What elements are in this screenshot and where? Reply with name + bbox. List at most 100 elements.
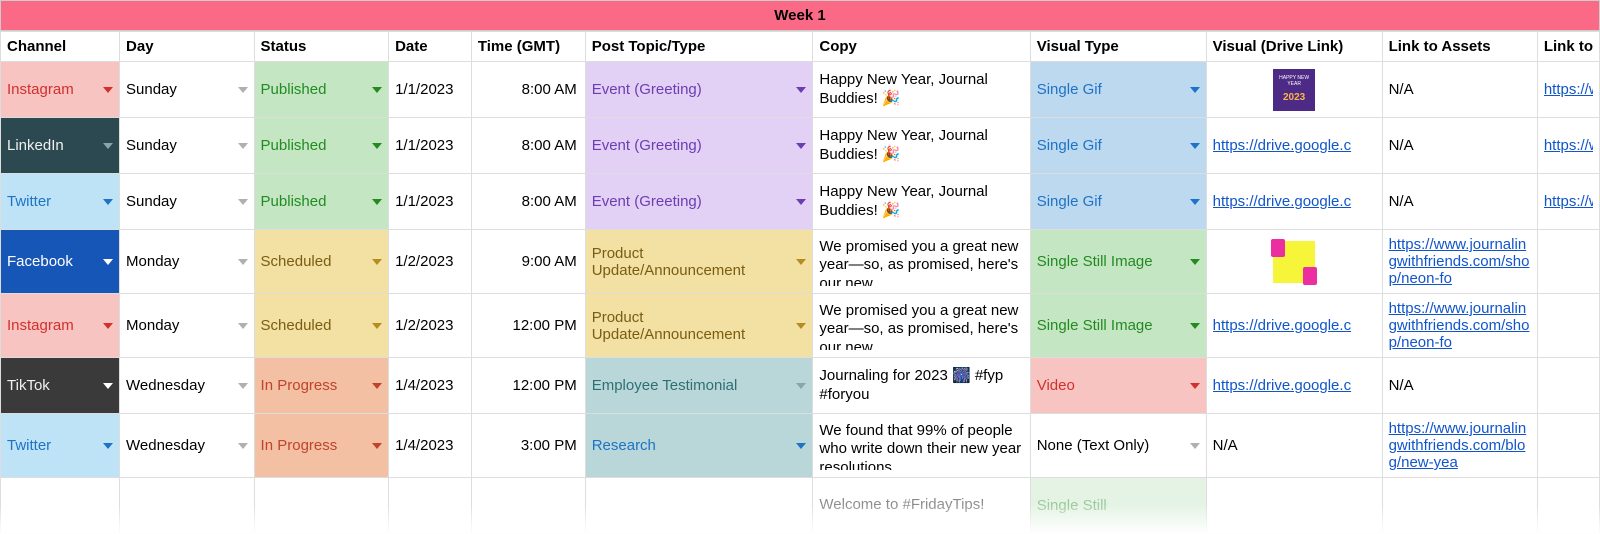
channel-cell[interactable]: Instagram: [1, 62, 120, 118]
channel-cell[interactable]: TikTok: [1, 358, 120, 414]
drive-link[interactable]: https://drive.google.c: [1213, 193, 1376, 210]
day-cell[interactable]: Wednesday: [120, 358, 255, 414]
visual-type-cell[interactable]: None (Text Only): [1030, 414, 1206, 478]
content-calendar-table: Channel Day Status Date Time (GMT) Post …: [0, 31, 1600, 534]
header-day: Day: [120, 32, 255, 62]
dropdown-caret-icon: [1190, 199, 1200, 205]
assets-cell[interactable]: https://www.journalingwithfriends.com/sh…: [1382, 230, 1537, 294]
linkto-link[interactable]: https://w: [1544, 81, 1593, 98]
status-cell[interactable]: Scheduled: [254, 230, 389, 294]
channel-cell[interactable]: Instagram: [1, 294, 120, 358]
copy-cell[interactable]: We promised you a great new year—so, as …: [813, 294, 1030, 358]
day-cell[interactable]: Monday: [120, 230, 255, 294]
channel-cell[interactable]: Facebook: [1, 230, 120, 294]
time-cell[interactable]: 3:00 PM: [471, 414, 585, 478]
copy-cell[interactable]: Journaling for 2023 🎆 #fyp #foryou: [813, 358, 1030, 414]
linkto-cell[interactable]: https://w: [1537, 118, 1599, 174]
day-cell[interactable]: Sunday: [120, 174, 255, 230]
day-cell[interactable]: Wednesday: [120, 414, 255, 478]
status-cell[interactable]: Published: [254, 118, 389, 174]
visual-type-cell[interactable]: Single Still: [1030, 478, 1206, 534]
visual-type-cell[interactable]: Single Gif: [1030, 62, 1206, 118]
linkto-cell[interactable]: [1537, 414, 1599, 478]
copy-cell[interactable]: Welcome to #FridayTips!: [813, 478, 1030, 534]
day-cell[interactable]: Sunday: [120, 118, 255, 174]
topic-cell[interactable]: Event (Greeting): [585, 62, 813, 118]
topic-cell[interactable]: Product Update/Announcement: [585, 230, 813, 294]
linkto-cell[interactable]: [1537, 358, 1599, 414]
drive-cell[interactable]: [1206, 230, 1382, 294]
drive-cell[interactable]: https://drive.google.c: [1206, 294, 1382, 358]
assets-link[interactable]: https://www.journalingwithfriends.com/sh…: [1389, 236, 1530, 287]
drive-cell[interactable]: https://drive.google.c: [1206, 118, 1382, 174]
copy-cell[interactable]: Happy New Year, Journal Buddies! 🎉: [813, 118, 1030, 174]
assets-cell[interactable]: N/A: [1382, 62, 1537, 118]
linkto-cell[interactable]: https://w: [1537, 174, 1599, 230]
copy-cell[interactable]: Happy New Year, Journal Buddies! 🎉: [813, 174, 1030, 230]
topic-cell[interactable]: Event (Greeting): [585, 118, 813, 174]
drive-link[interactable]: https://drive.google.c: [1213, 377, 1376, 394]
copy-cell[interactable]: Happy New Year, Journal Buddies! 🎉: [813, 62, 1030, 118]
date-cell[interactable]: 1/1/2023: [389, 118, 472, 174]
day-cell[interactable]: Monday: [120, 294, 255, 358]
status-cell[interactable]: In Progress: [254, 414, 389, 478]
date-cell[interactable]: 1/1/2023: [389, 62, 472, 118]
drive-cell[interactable]: https://drive.google.c: [1206, 174, 1382, 230]
channel-cell-label: LinkedIn: [7, 137, 64, 154]
time-cell[interactable]: 8:00 AM: [471, 174, 585, 230]
copy-cell[interactable]: We promised you a great new year—so, as …: [813, 230, 1030, 294]
header-assets: Link to Assets: [1382, 32, 1537, 62]
linkto-link[interactable]: https://w: [1544, 193, 1593, 210]
topic-cell[interactable]: Product Update/Announcement: [585, 294, 813, 358]
date-cell[interactable]: 1/2/2023: [389, 230, 472, 294]
dropdown-caret-icon: [796, 143, 806, 149]
assets-cell[interactable]: https://www.journalingwithfriends.com/bl…: [1382, 414, 1537, 478]
time-cell[interactable]: 12:00 PM: [471, 358, 585, 414]
date-cell[interactable]: 1/1/2023: [389, 174, 472, 230]
channel-cell[interactable]: Twitter: [1, 414, 120, 478]
day-cell[interactable]: Sunday: [120, 62, 255, 118]
assets-link[interactable]: https://www.journalingwithfriends.com/sh…: [1389, 300, 1530, 351]
time-cell[interactable]: 8:00 AM: [471, 62, 585, 118]
assets-cell[interactable]: https://www.journalingwithfriends.com/sh…: [1382, 294, 1537, 358]
visual-type-cell[interactable]: Video: [1030, 358, 1206, 414]
assets-link[interactable]: https://www.journalingwithfriends.com/bl…: [1389, 420, 1527, 471]
channel-cell[interactable]: LinkedIn: [1, 118, 120, 174]
visual-type-cell[interactable]: Single Still Image: [1030, 230, 1206, 294]
topic-cell[interactable]: Research: [585, 414, 813, 478]
copy-text: Journaling for 2023 🎆 #fyp #foryou: [819, 367, 1023, 405]
copy-cell[interactable]: We found that 99% of people who write do…: [813, 414, 1030, 478]
status-cell-label: Scheduled: [261, 253, 332, 270]
linkto-cell[interactable]: [1537, 294, 1599, 358]
linkto-cell[interactable]: [1537, 230, 1599, 294]
status-cell[interactable]: Scheduled: [254, 294, 389, 358]
assets-cell[interactable]: N/A: [1382, 174, 1537, 230]
dropdown-caret-icon: [372, 199, 382, 205]
topic-cell[interactable]: Employee Testimonial: [585, 358, 813, 414]
time-cell[interactable]: 9:00 AM: [471, 230, 585, 294]
linkto-link[interactable]: https://w: [1544, 137, 1593, 154]
date-cell[interactable]: 1/2/2023: [389, 294, 472, 358]
visual-type-cell[interactable]: Single Gif: [1030, 174, 1206, 230]
status-cell[interactable]: In Progress: [254, 358, 389, 414]
time-cell[interactable]: 8:00 AM: [471, 118, 585, 174]
drive-cell[interactable]: https://drive.google.c: [1206, 358, 1382, 414]
drive-link[interactable]: https://drive.google.c: [1213, 137, 1376, 154]
drive-cell[interactable]: N/A: [1206, 414, 1382, 478]
time-cell[interactable]: 12:00 PM: [471, 294, 585, 358]
channel-cell-label: Instagram: [7, 317, 74, 334]
linkto-cell[interactable]: https://w: [1537, 62, 1599, 118]
visual-type-cell[interactable]: Single Gif: [1030, 118, 1206, 174]
visual-type-cell[interactable]: Single Still Image: [1030, 294, 1206, 358]
topic-cell[interactable]: Event (Greeting): [585, 174, 813, 230]
status-cell[interactable]: Published: [254, 174, 389, 230]
status-cell-label: Scheduled: [261, 317, 332, 334]
drive-cell[interactable]: [1206, 62, 1382, 118]
date-cell[interactable]: 1/4/2023: [389, 358, 472, 414]
drive-link[interactable]: https://drive.google.c: [1213, 317, 1376, 334]
assets-cell[interactable]: N/A: [1382, 358, 1537, 414]
status-cell[interactable]: Published: [254, 62, 389, 118]
date-cell[interactable]: 1/4/2023: [389, 414, 472, 478]
assets-cell[interactable]: N/A: [1382, 118, 1537, 174]
channel-cell[interactable]: Twitter: [1, 174, 120, 230]
